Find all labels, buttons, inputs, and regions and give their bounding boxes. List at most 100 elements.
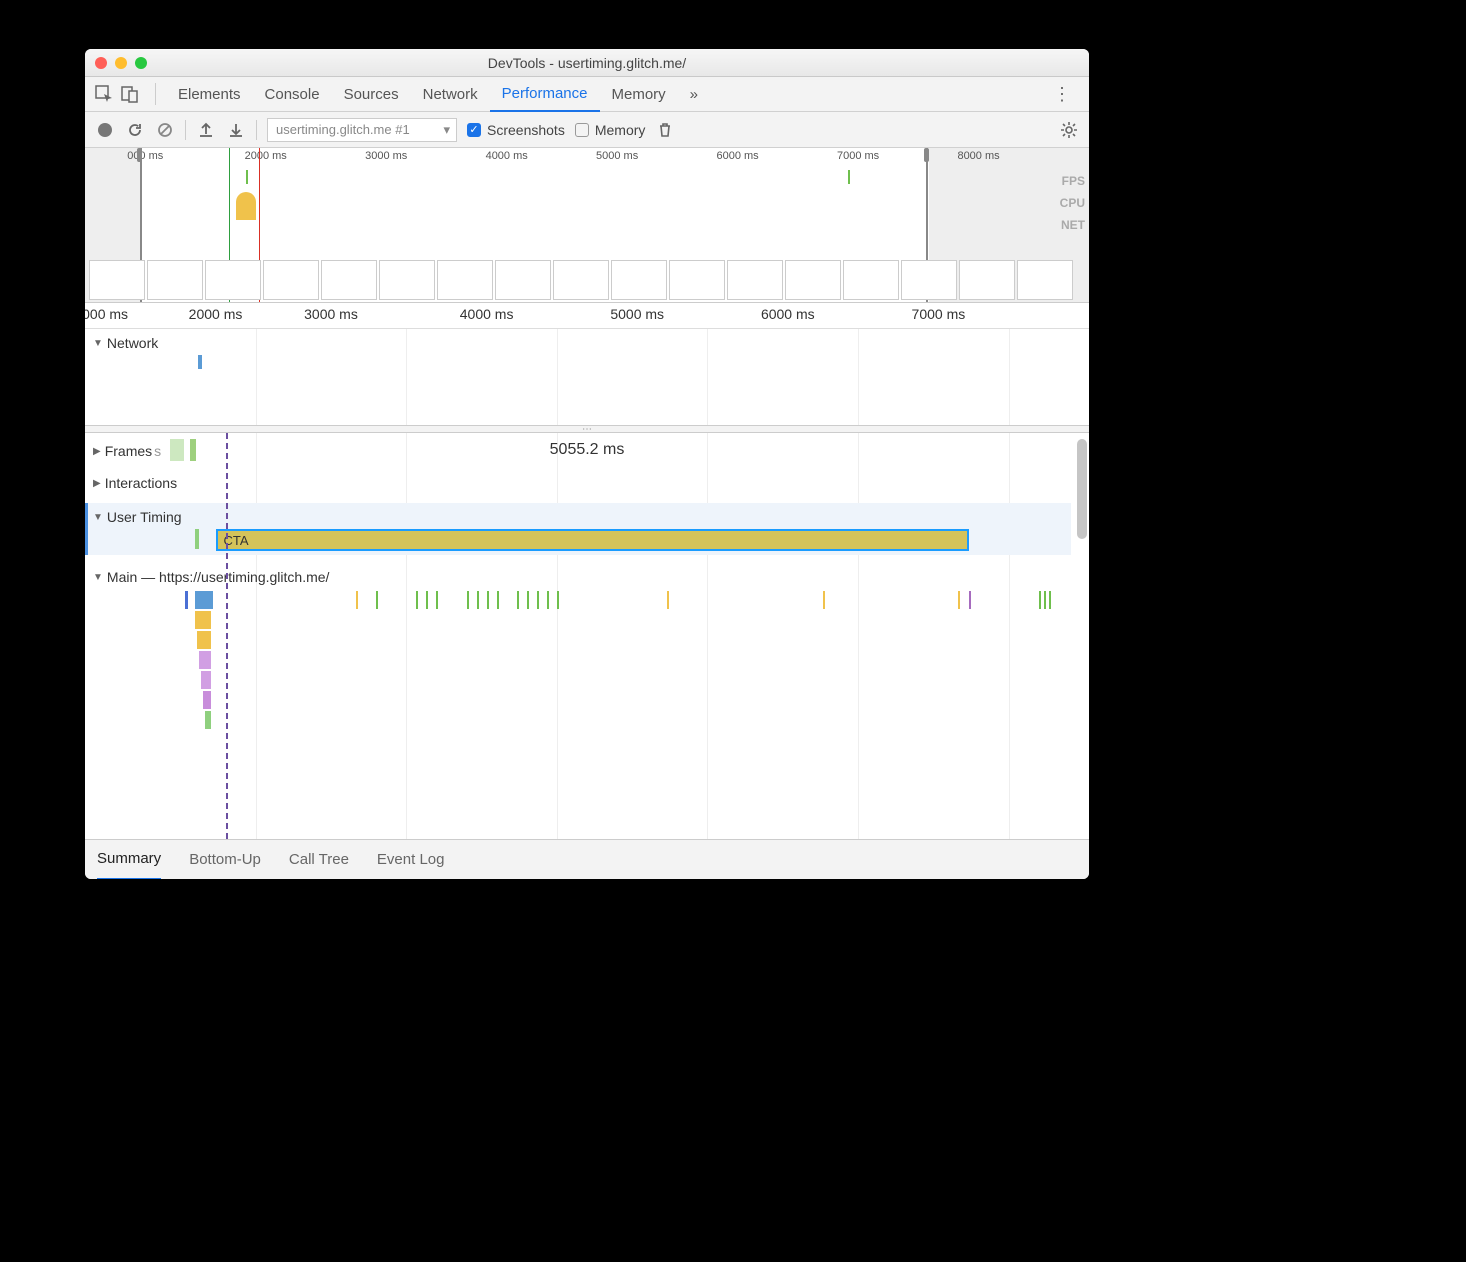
screenshot-thumb[interactable]: [321, 260, 377, 300]
task-bar[interactable]: [376, 591, 378, 609]
checkbox-icon: [575, 123, 589, 137]
vertical-scrollbar[interactable]: [1077, 439, 1087, 539]
network-request[interactable]: [198, 355, 202, 369]
tab-call-tree[interactable]: Call Tree: [289, 840, 349, 880]
tab-event-log[interactable]: Event Log: [377, 840, 445, 880]
task-bar[interactable]: [537, 591, 539, 609]
tab-console[interactable]: Console: [253, 77, 332, 112]
task-bar[interactable]: [356, 591, 358, 609]
frames-suffix: s: [154, 443, 161, 459]
task-bar[interactable]: [426, 591, 428, 609]
user-timing-mark[interactable]: [195, 529, 199, 549]
inspect-icon[interactable]: [93, 83, 115, 105]
gridline: [1009, 329, 1010, 839]
main-track-header[interactable]: ▼ Main — https://usertiming.glitch.me/: [93, 569, 329, 585]
tab-bottom-up[interactable]: Bottom-Up: [189, 840, 261, 880]
task-bar[interactable]: [185, 591, 188, 609]
memory-toggle[interactable]: Memory: [575, 122, 646, 138]
screenshot-thumb[interactable]: [553, 260, 609, 300]
screenshot-thumb[interactable]: [263, 260, 319, 300]
recording-selector[interactable]: usertiming.glitch.me #1: [267, 118, 457, 142]
frame-bar[interactable]: [190, 439, 196, 461]
screenshot-thumb[interactable]: [89, 260, 145, 300]
tab-performance[interactable]: Performance: [490, 77, 600, 112]
selection-handle-left[interactable]: [137, 148, 142, 162]
save-profile-icon[interactable]: [226, 120, 246, 140]
separator: [185, 120, 186, 140]
screenshot-thumb[interactable]: [495, 260, 551, 300]
task-bar[interactable]: [199, 651, 211, 669]
screenshot-thumb[interactable]: [1017, 260, 1073, 300]
flamegraph-pane[interactable]: ▼ Network ⋯ ▶ Frames s 5055.2 ms ▶ Inter…: [85, 329, 1089, 839]
network-track-header[interactable]: ▼ Network: [93, 335, 158, 351]
task-bar[interactable]: [527, 591, 529, 609]
tab-network[interactable]: Network: [411, 77, 490, 112]
task-bar[interactable]: [195, 591, 213, 609]
screenshot-thumb[interactable]: [669, 260, 725, 300]
task-bar[interactable]: [416, 591, 418, 609]
timeline-ruler[interactable]: 000 ms 2000 ms 3000 ms 4000 ms 5000 ms 6…: [85, 303, 1089, 329]
task-bar[interactable]: [497, 591, 499, 609]
tab-label: Event Log: [377, 851, 445, 868]
tab-sources[interactable]: Sources: [332, 77, 411, 112]
user-timing-cta-bar[interactable]: CTA: [216, 529, 969, 551]
frames-track-header[interactable]: ▶ Frames s: [93, 443, 161, 459]
trash-icon[interactable]: [655, 120, 675, 140]
net-label: NET: [1060, 214, 1085, 236]
task-bar[interactable]: [487, 591, 489, 609]
task-bar[interactable]: [547, 591, 549, 609]
pane-splitter[interactable]: ⋯: [85, 425, 1089, 433]
tab-elements[interactable]: Elements: [166, 77, 253, 112]
task-bar[interactable]: [958, 591, 960, 609]
reload-icon[interactable]: [125, 120, 145, 140]
tab-memory[interactable]: Memory: [600, 77, 678, 112]
kebab-menu-icon[interactable]: ⋮: [1045, 84, 1081, 105]
screenshot-thumb[interactable]: [785, 260, 841, 300]
frame-bar[interactable]: [170, 439, 184, 461]
task-bar[interactable]: [667, 591, 669, 609]
task-bar[interactable]: [1039, 591, 1041, 609]
user-timing-track-header[interactable]: ▼ User Timing: [93, 509, 182, 525]
task-bar[interactable]: [201, 671, 211, 689]
tab-overflow[interactable]: »: [678, 77, 710, 112]
screenshot-thumb[interactable]: [205, 260, 261, 300]
screenshot-thumb[interactable]: [843, 260, 899, 300]
clear-icon[interactable]: [155, 120, 175, 140]
task-bar[interactable]: [517, 591, 519, 609]
screenshots-toggle[interactable]: ✓ Screenshots: [467, 122, 565, 138]
task-bar[interactable]: [205, 711, 211, 729]
selection-handle-right[interactable]: [924, 148, 929, 162]
titlebar[interactable]: DevTools - usertiming.glitch.me/: [85, 49, 1089, 77]
task-bar[interactable]: [467, 591, 469, 609]
screenshot-filmstrip[interactable]: [85, 258, 1089, 302]
load-profile-icon[interactable]: [196, 120, 216, 140]
tab-summary[interactable]: Summary: [97, 840, 161, 880]
screenshot-thumb[interactable]: [437, 260, 493, 300]
screenshot-thumb[interactable]: [379, 260, 435, 300]
screenshot-thumb[interactable]: [959, 260, 1015, 300]
interactions-track-header[interactable]: ▶ Interactions: [93, 475, 177, 491]
screenshot-thumb[interactable]: [611, 260, 667, 300]
record-icon[interactable]: [95, 120, 115, 140]
separator: [155, 83, 156, 105]
device-toggle-icon[interactable]: [119, 83, 141, 105]
screenshot-thumb[interactable]: [147, 260, 203, 300]
tab-label: Sources: [344, 86, 399, 103]
task-bar[interactable]: [1049, 591, 1051, 609]
overview-pane[interactable]: 000 ms 2000 ms 3000 ms 4000 ms 5000 ms 6…: [85, 148, 1089, 303]
task-bar[interactable]: [557, 591, 559, 609]
task-bar[interactable]: [203, 691, 211, 709]
network-label: Network: [107, 335, 158, 351]
screenshot-thumb[interactable]: [901, 260, 957, 300]
task-bar[interactable]: [823, 591, 825, 609]
task-bar[interactable]: [969, 591, 971, 609]
task-bar[interactable]: [195, 611, 211, 629]
task-bar[interactable]: [436, 591, 438, 609]
screenshot-thumb[interactable]: [727, 260, 783, 300]
task-bar[interactable]: [197, 631, 211, 649]
task-bar[interactable]: [477, 591, 479, 609]
cursor-time-line: [226, 433, 228, 839]
task-bar[interactable]: [1044, 591, 1046, 609]
cpu-label: CPU: [1060, 192, 1085, 214]
settings-gear-icon[interactable]: [1059, 120, 1079, 140]
